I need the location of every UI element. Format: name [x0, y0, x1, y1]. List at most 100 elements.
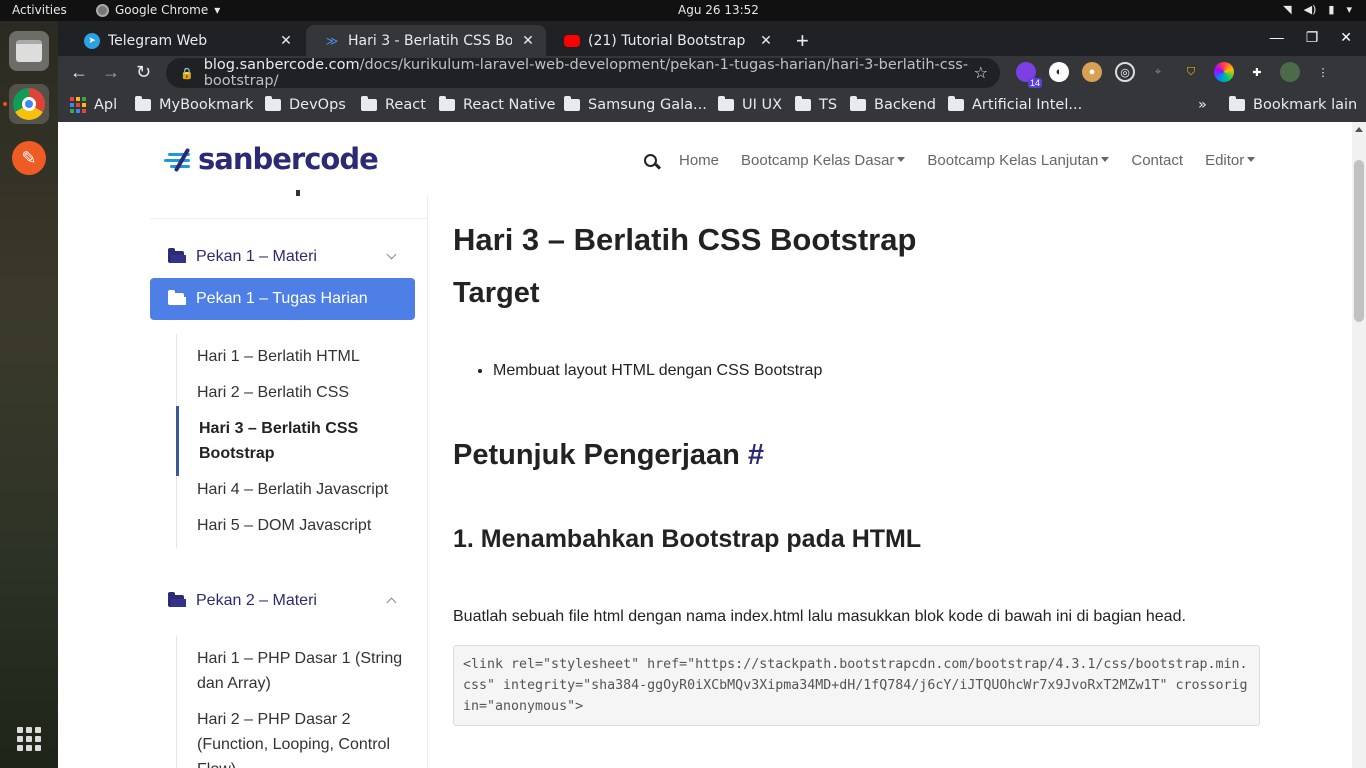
site-header: sanbercode Home Bootcamp Kelas Dasar Boo…: [58, 122, 1352, 196]
page-title: Hari 3 – Berlatih CSS Bootstrap: [453, 222, 917, 257]
bookmark-folder[interactable]: UI UX: [718, 96, 783, 113]
extensions-area: 14 ◐ ● ◎ ⌖ ⛉ ✚ ⋮: [1016, 62, 1333, 88]
pekan1-tugas-list: Hari 1 – Berlatih HTML Hari 2 – Berlatih…: [176, 334, 426, 548]
bookmark-folder-other[interactable]: Bookmark lain: [1229, 96, 1357, 113]
close-tab-icon[interactable]: ✕: [520, 33, 536, 49]
chrome-app-icon[interactable]: [9, 84, 49, 124]
bookmark-apps[interactable]: Apl: [70, 97, 117, 113]
address-bar[interactable]: 🔒 blog.sanbercode.com/docs/kurikulum-lar…: [166, 57, 1000, 89]
nav-label: Bootcamp Kelas Lanjutan: [927, 152, 1099, 169]
target-list: Membuat layout HTML dengan CSS Bootstrap: [493, 362, 822, 380]
nav-bootcamp-dasar[interactable]: Bootcamp Kelas Dasar: [741, 152, 906, 169]
logo-text: sanbercode: [198, 142, 379, 176]
shield-extension-icon[interactable]: ⛉: [1181, 62, 1201, 82]
bookmark-folder[interactable]: Samsung Gala...: [564, 96, 707, 113]
back-icon[interactable]: ←: [70, 62, 88, 83]
close-tab-icon[interactable]: ✕: [278, 33, 294, 49]
folder-icon: [564, 96, 580, 111]
postman-app-icon[interactable]: ✎: [9, 138, 49, 178]
folder-open-icon: [168, 592, 184, 607]
sidebar-section-pekan2-materi[interactable]: Pekan 2 – Materi: [150, 580, 415, 622]
cookie-extension-icon[interactable]: ●: [1082, 62, 1102, 82]
nav-home[interactable]: Home: [679, 152, 719, 169]
chrome-menu-icon[interactable]: ⋮: [1313, 62, 1333, 82]
dock: ✎: [0, 21, 58, 768]
code-block[interactable]: <link rel="stylesheet" href="https://sta…: [453, 645, 1260, 726]
system-clock[interactable]: Agu 26 13:52: [678, 3, 759, 17]
folder-icon: [948, 96, 964, 111]
bookmarks-overflow-icon[interactable]: »: [1198, 97, 1207, 113]
color-picker-extension-icon[interactable]: [1214, 62, 1234, 82]
folder-icon: [361, 96, 377, 111]
anchor-link[interactable]: #: [748, 439, 764, 471]
folder-icon: [850, 96, 866, 111]
tab-youtube[interactable]: (21) Tutorial Bootstrap #2 ✕: [546, 25, 784, 56]
bookmark-folder[interactable]: DevOps: [265, 96, 346, 113]
bookmark-label: UI UX: [742, 97, 783, 113]
tab-telegram[interactable]: ➤ Telegram Web ✕: [66, 25, 304, 56]
sanbercode-icon: ≫: [325, 33, 339, 48]
folder-open-icon: [168, 248, 184, 263]
sidebar-item-php-dasar-2[interactable]: Hari 2 – PHP Dasar 2 (Function, Looping,…: [177, 697, 426, 768]
main-navigation: Home Bootcamp Kelas Dasar Bootcamp Kelas…: [644, 152, 1277, 169]
bookmark-label: Artificial Intel...: [972, 97, 1083, 113]
tab-strip: ➤ Telegram Web ✕ ≫ Hari 3 - Berlatih CSS…: [58, 21, 1366, 56]
extension-icon[interactable]: 14: [1016, 62, 1042, 88]
maximize-icon[interactable]: ❐: [1306, 29, 1319, 46]
lock-icon[interactable]: 🔒: [180, 67, 194, 80]
tab-title: Hari 3 - Berlatih CSS Bootst: [348, 32, 512, 49]
nav-contact[interactable]: Contact: [1131, 152, 1183, 169]
sidebar-item-hari3[interactable]: Hari 3 – Berlatih CSS Bootstrap: [176, 406, 426, 476]
bookmark-folder[interactable]: React: [361, 96, 426, 113]
files-app-icon[interactable]: [9, 31, 49, 71]
sidebar-item-hari5[interactable]: Hari 5 – DOM Javascript: [177, 503, 426, 548]
bookmark-folder[interactable]: Artificial Intel...: [948, 96, 1083, 113]
sidebar-item-php-dasar-1[interactable]: Hari 1 – PHP Dasar 1 (String dan Array): [177, 636, 426, 706]
divider: [150, 218, 427, 219]
profile-avatar[interactable]: [1280, 62, 1300, 82]
browser-toolbar: ← → ↻ 🔒 blog.sanbercode.com/docs/kurikul…: [58, 56, 1366, 90]
forward-icon[interactable]: →: [102, 62, 120, 83]
nav-label: Editor: [1205, 152, 1245, 169]
chevron-up-icon[interactable]: [386, 597, 397, 608]
reload-icon[interactable]: ↻: [136, 62, 151, 83]
nav-editor[interactable]: Editor: [1205, 152, 1256, 169]
page-scrollbar[interactable]: [1352, 122, 1366, 768]
telegram-icon: ➤: [84, 32, 100, 49]
minimize-icon[interactable]: —: [1270, 29, 1284, 46]
bookmarks-bar: Apl MyBookmark DevOps React React Native…: [58, 90, 1366, 122]
extension-icon[interactable]: ⌖: [1148, 62, 1168, 82]
extensions-puzzle-icon[interactable]: ✚: [1247, 62, 1267, 82]
show-applications-icon[interactable]: [17, 727, 41, 751]
sidebar-section-pekan1-tugas[interactable]: Pekan 1 – Tugas Harian: [150, 278, 415, 320]
caret-down-icon: [1101, 157, 1110, 162]
extension-icon[interactable]: ◎: [1115, 62, 1135, 82]
folder-open-icon: [168, 290, 184, 305]
search-icon[interactable]: [644, 154, 657, 167]
bookmark-star-icon[interactable]: ☆: [974, 63, 988, 82]
petunjuk-heading: Petunjuk Pengerjaan #: [453, 439, 764, 472]
chevron-down-icon[interactable]: [386, 249, 397, 260]
bookmark-folder[interactable]: TS: [795, 96, 837, 113]
bookmark-folder[interactable]: Backend: [850, 96, 936, 113]
close-window-icon[interactable]: ✕: [1340, 29, 1352, 46]
system-tray[interactable]: ◥ ◀) ▮ ▾: [1283, 3, 1352, 16]
bookmark-folder[interactable]: MyBookmark: [135, 96, 254, 113]
target-heading: Target: [453, 277, 540, 309]
extension-badge: 14: [1027, 78, 1042, 88]
sidebar-section-pekan1-materi[interactable]: Pekan 1 – Materi: [150, 236, 415, 278]
app-menu-label: Google Chrome: [115, 3, 209, 17]
pekan2-materi-list: Hari 1 – PHP Dasar 1 (String dan Array) …: [176, 636, 426, 768]
app-menu[interactable]: Google Chrome ▾: [96, 3, 220, 17]
scroll-up-arrow-icon[interactable]: [1355, 127, 1363, 132]
new-tab-icon[interactable]: +: [796, 28, 809, 54]
activities-button[interactable]: Activities: [12, 3, 67, 17]
nav-bootcamp-lanjutan[interactable]: Bootcamp Kelas Lanjutan: [927, 152, 1110, 169]
scrollbar-thumb[interactable]: [1354, 160, 1364, 322]
site-logo[interactable]: sanbercode: [162, 142, 379, 176]
extension-icon[interactable]: ◐: [1049, 62, 1069, 82]
tab-sanbercode[interactable]: ≫ Hari 3 - Berlatih CSS Bootst ✕: [306, 25, 546, 56]
folder-icon: [135, 96, 151, 111]
bookmark-folder[interactable]: React Native: [439, 96, 555, 113]
close-tab-icon[interactable]: ✕: [758, 33, 774, 49]
